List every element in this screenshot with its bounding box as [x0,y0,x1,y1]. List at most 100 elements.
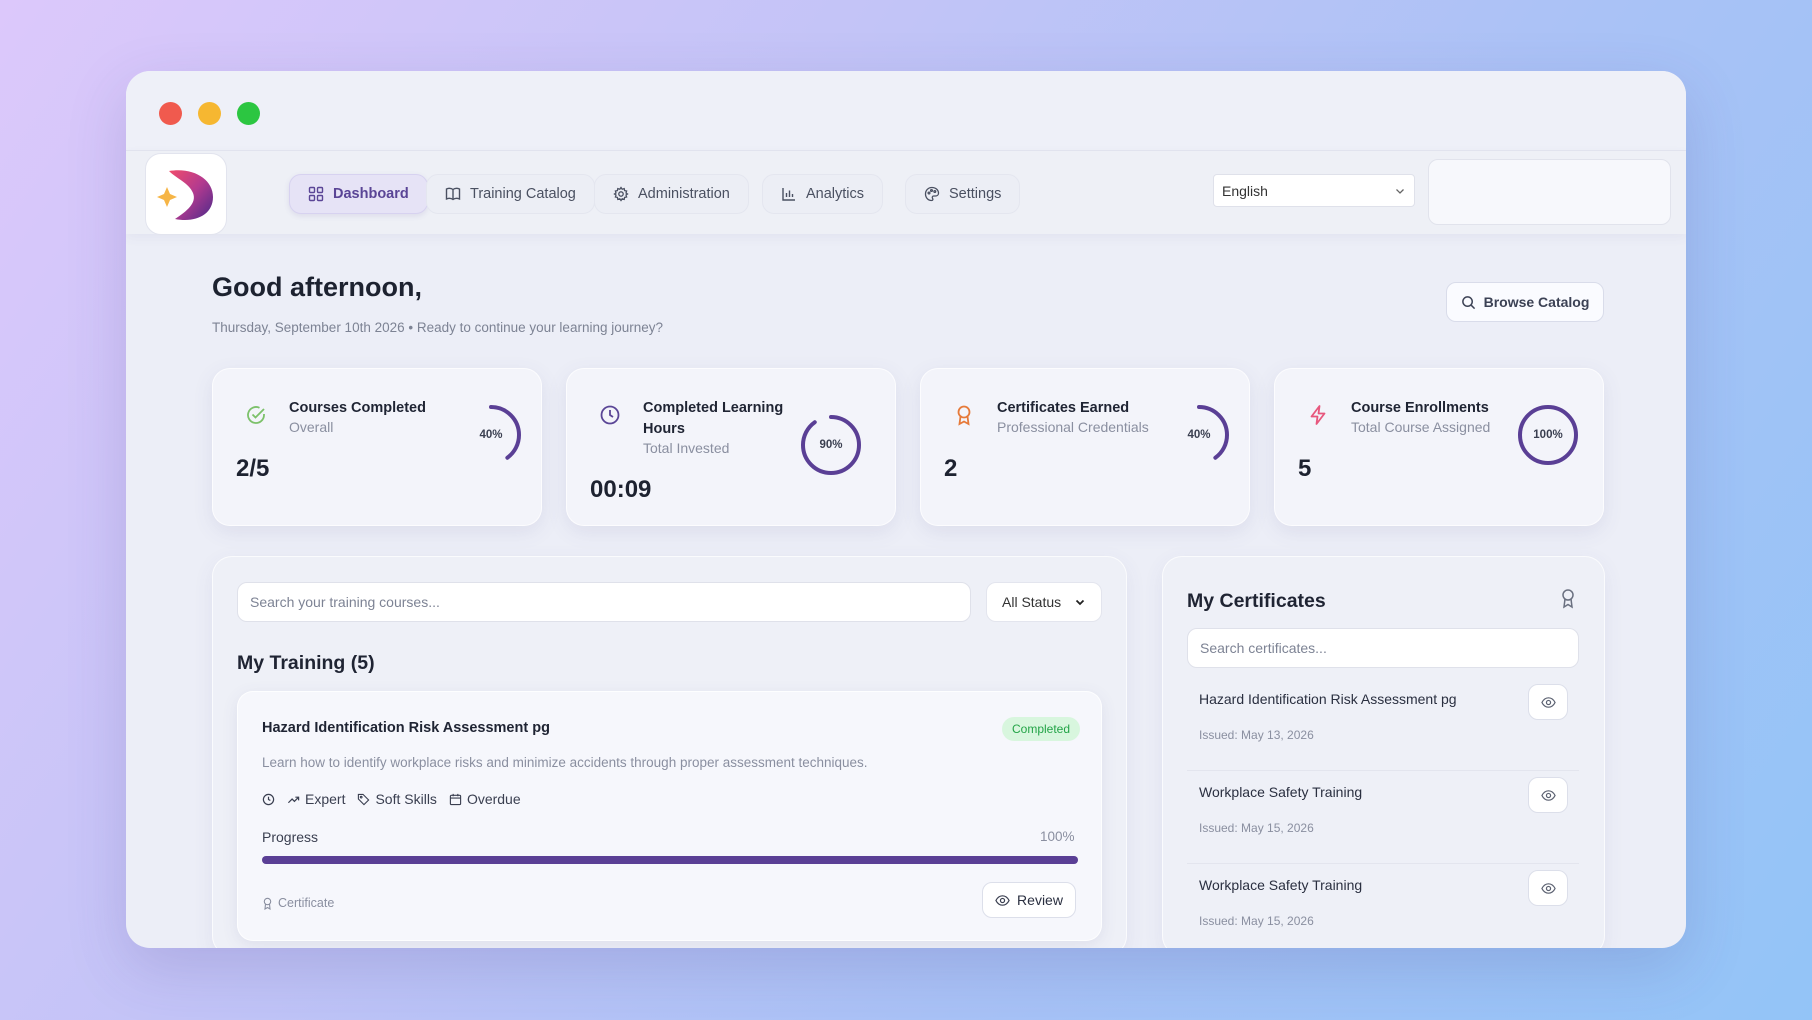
page-subtitle: Thursday, September 10th 2026 • Ready to… [212,320,664,335]
stat-title: Completed Learning Hours [643,400,784,437]
level-meta: Expert [287,791,345,807]
dashboard-content: Good afternoon, Thursday, September 10th… [126,234,1686,948]
course-meta: Expert Soft Skills Overdue [262,791,521,807]
browse-catalog-button[interactable]: Browse Catalog [1446,282,1604,322]
stat-subtitle: Total Invested [643,440,730,456]
award-icon [1562,589,1574,609]
category-label: Soft Skills [375,791,437,807]
stat-subtitle: Total Course Assigned [1351,419,1491,435]
lightning-icon [1310,405,1326,425]
certificate-link-label: Certificate [278,896,335,910]
eye-icon [1540,882,1556,894]
page-title: Good afternoon, [212,272,422,302]
stat-title: Courses Completed [289,400,426,416]
progress-ring-label: 100% [1533,429,1563,441]
tab-dashboard[interactable]: Dashboard [289,174,428,214]
stat-card-certificates-earned: Certificates Earned Professional Credent… [920,368,1250,526]
course-description: Learn how to identify workplace risks an… [262,755,868,770]
check-circle-icon [247,406,265,424]
eye-icon [1540,696,1556,708]
view-certificate-button[interactable] [1528,684,1568,720]
progress-ring-label: 40% [479,429,503,441]
training-search-input[interactable]: Search your training courses... [237,582,971,622]
stat-card-learning-hours: Completed Learning Hours Total Invested … [566,368,896,526]
due-label: Overdue [466,791,521,807]
tab-training-catalog[interactable]: Training Catalog [426,174,595,214]
app-window: Dashboard Training Catalog Administratio… [126,71,1686,948]
stat-value: 2/5 [236,455,270,482]
logo-icon [157,170,213,221]
tag-icon [358,793,370,805]
chevron-down-icon [1075,599,1085,606]
certificate-item: Workplace Safety Training Issued: May 15… [1187,864,1579,948]
progress-label: Progress [262,829,319,845]
category-meta: Soft Skills [357,791,437,807]
my-certificates-title: My Certificates [1187,590,1326,612]
stat-subtitle: Professional Credentials [997,419,1149,435]
progress-bar [262,856,1078,864]
stat-value: 2 [944,455,958,482]
certificate-name: Workplace Safety Training [1199,877,1363,893]
certificate-name: Workplace Safety Training [1199,784,1363,800]
tab-analytics-label: Analytics [806,186,865,202]
level-label: Expert [305,791,346,807]
clock-icon [262,793,275,805]
certificate-issued-date: Issued: May 13, 2026 [1199,728,1314,742]
certificate-search-placeholder: Search certificates... [1200,640,1327,656]
certificate-name: Hazard Identification Risk Assessment pg [1199,691,1457,707]
book-icon [445,187,461,201]
progress-percent: 100% [1040,829,1075,844]
certificate-search-input[interactable]: Search certificates... [1187,628,1579,668]
award-icon [957,405,971,426]
certificate-item: Workplace Safety Training Issued: May 15… [1187,771,1579,864]
tab-administration[interactable]: Administration [594,174,749,214]
progress-ring-label: 40% [1187,429,1211,441]
course-card[interactable]: Hazard Identification Risk Assessment pg… [237,691,1102,941]
view-certificate-button[interactable] [1528,777,1568,813]
language-select-value: English [1222,182,1268,199]
calendar-icon [449,793,462,805]
bar-chart-icon [782,188,795,201]
certificate-issued-date: Issued: May 15, 2026 [1199,821,1314,835]
browse-catalog-label: Browse Catalog [1483,294,1590,310]
gear-icon [613,186,629,202]
chevron-down-icon [1396,188,1404,194]
progress-ring-label: 90% [819,439,843,451]
stat-card-courses-completed: Courses Completed Overall 2/5 40% [212,368,542,526]
progress-bar-fill [262,856,1078,864]
duration-meta [262,793,275,806]
minimize-window-button[interactable] [198,102,221,125]
app-logo[interactable] [145,153,227,235]
review-button[interactable]: Review [982,882,1076,918]
stat-value: 5 [1298,455,1312,482]
my-training-title: My Training (5) [237,652,375,674]
review-button-label: Review [1017,892,1063,908]
award-icon [263,897,272,910]
view-certificate-button[interactable] [1528,870,1568,906]
tab-administration-label: Administration [638,186,730,202]
status-filter-value: All Status [1002,594,1062,610]
tab-training-catalog-label: Training Catalog [470,186,576,202]
stat-subtitle: Overall [289,419,334,435]
training-search-placeholder: Search your training courses... [250,594,440,610]
eye-icon [1540,789,1556,801]
certificate-link[interactable]: Certificate [262,896,334,910]
status-filter-select[interactable]: All Status [986,582,1102,622]
language-select[interactable]: English [1213,174,1415,207]
tab-analytics[interactable]: Analytics [762,174,884,214]
grid-icon [308,186,324,202]
close-window-button[interactable] [159,102,182,125]
eye-icon [995,894,1010,906]
maximize-window-button[interactable] [237,102,260,125]
tab-settings[interactable]: Settings [905,174,1021,214]
trending-up-icon [287,796,300,803]
stat-title: Certificates Earned [997,400,1130,416]
top-navbar: Dashboard Training Catalog Administratio… [126,150,1686,235]
certificate-issued-date: Issued: May 15, 2026 [1199,914,1314,928]
my-certificates-panel: My Certificates Search certificates... H… [1162,556,1605,948]
stat-value: 00:09 [590,476,652,503]
tab-dashboard-label: Dashboard [333,186,409,202]
my-training-panel: Search your training courses... All Stat… [212,556,1127,948]
stat-card-course-enrollments: Course Enrollments Total Course Assigned… [1274,368,1604,526]
user-menu[interactable] [1428,159,1671,225]
